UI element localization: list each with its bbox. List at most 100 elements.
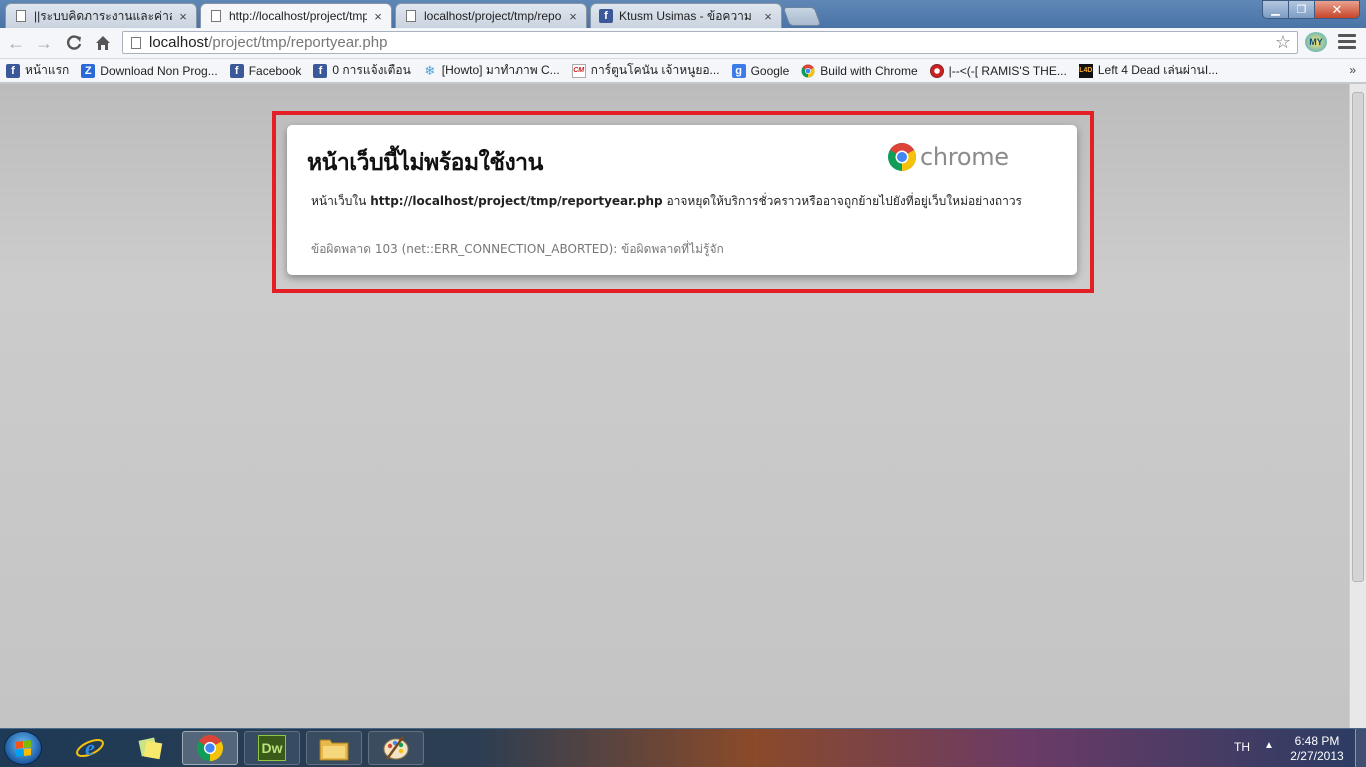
page-icon (209, 9, 223, 23)
minimize-button[interactable]: ▁ (1262, 0, 1289, 19)
paint-palette-icon (383, 736, 409, 760)
error-message-prefix: หน้าเว็บใน (311, 194, 371, 208)
clock-date: 2/27/2013 (1290, 749, 1344, 763)
facebook-icon: f (6, 63, 20, 78)
error-card: หน้าเว็บนี้ไม่พร้อมใช้งาน chrome หน้าเว็… (287, 125, 1077, 275)
page-icon (404, 9, 418, 23)
bookmark-label: Facebook (248, 63, 302, 78)
windows-taskbar: e Dw TH ▲ 6:48 PM 2/27/2013 (0, 728, 1366, 767)
bookmark-label: [Howto] มาทำภาพ C... (441, 63, 560, 77)
window-controls: ▁ ❐ ✕ (1262, 0, 1360, 19)
bookmark-google[interactable]: g Google (731, 63, 790, 78)
bookmark-label: |--<(-[ RAMIS'S THE... (948, 63, 1067, 78)
windows-logo-icon (16, 740, 31, 757)
new-tab-button[interactable] (782, 7, 822, 26)
bookmark-star-icon[interactable]: ☆ (1275, 32, 1291, 53)
bookmark-label: Download Non Prog... (100, 63, 218, 78)
error-message: หน้าเว็บใน http://localhost/project/tmp/… (311, 192, 1022, 211)
taskbar-dreamweaver[interactable]: Dw (244, 731, 300, 765)
maximize-button[interactable]: ❐ (1288, 0, 1315, 19)
tab-close-icon[interactable]: × (566, 9, 580, 24)
error-message-url: http://localhost/project/tmp/reportyear.… (370, 194, 663, 208)
chrome-icon (801, 63, 815, 78)
dreamweaver-icon: Dw (258, 735, 286, 761)
bookmark-label: หน้าแรก (25, 63, 70, 77)
bookmarks-bar: f หน้าแรก Z Download Non Prog... f Faceb… (0, 59, 1366, 83)
show-hidden-icons-arrow-icon[interactable]: ▲ (1264, 740, 1274, 751)
tab-close-icon[interactable]: × (761, 9, 775, 24)
google-icon: g (731, 63, 746, 78)
tab-facebook-messages[interactable]: f Ktusm Usimas - ข้อความ × (590, 3, 782, 28)
taskbar-paint[interactable] (368, 731, 424, 765)
language-indicator[interactable]: TH (1234, 740, 1250, 754)
back-arrow-icon[interactable]: ← (5, 32, 27, 54)
sticky-notes-icon (138, 737, 163, 760)
error-title: หน้าเว็บนี้ไม่พร้อมใช้งาน (307, 150, 543, 176)
browser-toolbar: ← → localhost/project/tmp/reportyear.php… (0, 28, 1366, 59)
bookmarks-overflow-chevron-icon[interactable]: » (1349, 63, 1356, 77)
snowflake-icon: ❄ (424, 62, 436, 78)
bookmark-howto[interactable]: ❄ [Howto] มาทำภาพ C... (423, 61, 560, 80)
folder-icon (319, 739, 349, 761)
address-path: /project/tmp/reportyear.php (208, 34, 388, 51)
page-icon (14, 9, 28, 23)
tab-close-icon[interactable]: × (176, 9, 190, 24)
address-host: localhost (149, 34, 209, 51)
bookmark-label: Build with Chrome (820, 63, 918, 78)
extension-my-icon[interactable]: MY (1305, 32, 1327, 52)
chrome-wordmark: chrome (920, 143, 1009, 171)
ramis-icon (929, 63, 944, 78)
close-window-button[interactable]: ✕ (1314, 0, 1360, 19)
bookmark-label: 0 การแจ้งเตือน (332, 63, 411, 77)
bookmark-left-4-dead[interactable]: L4D Left 4 Dead เล่นผ่านI... (1078, 61, 1218, 80)
show-desktop-button[interactable] (1355, 729, 1366, 767)
scrollbar-thumb[interactable] (1352, 92, 1364, 582)
z-icon: Z (81, 63, 96, 78)
error-message-suffix: อาจหยุดให้บริการชั่วคราวหรืออาจถูกย้ายไป… (662, 194, 1023, 208)
vertical-scrollbar[interactable] (1349, 84, 1366, 728)
cartoon-site-icon: CM (571, 63, 586, 78)
page-icon (131, 36, 141, 49)
bookmark-conan-cartoon[interactable]: CM การ์ตูนโคนัน เจ้าหนูยอ... (571, 61, 720, 80)
address-bar[interactable]: localhost/project/tmp/reportyear.php ☆ (122, 31, 1298, 54)
tab-reportyear-active[interactable]: http://localhost/project/tmp × (200, 3, 392, 28)
facebook-icon: f (313, 63, 328, 78)
system-clock[interactable]: 6:48 PM 2/27/2013 (1282, 734, 1352, 764)
tab-close-icon[interactable]: × (371, 9, 385, 24)
bookmark-label: Google (750, 63, 790, 78)
home-icon[interactable] (92, 32, 114, 54)
error-code: ข้อผิดพลาด 103 (net::ERR_CONNECTION_ABOR… (311, 242, 724, 256)
chrome-logo: chrome (887, 142, 1009, 172)
svg-text:e: e (85, 735, 95, 760)
taskbar-sticky-notes[interactable] (122, 731, 178, 765)
bookmark-build-with-chrome[interactable]: Build with Chrome (801, 63, 918, 78)
bookmark-ramis[interactable]: |--<(-[ RAMIS'S THE... (929, 63, 1067, 78)
menu-wrench-icon[interactable] (1338, 34, 1356, 52)
bookmark-notifications[interactable]: f 0 การแจ้งเตือน (313, 61, 411, 80)
chrome-icon (888, 143, 916, 171)
chrome-icon (196, 734, 224, 762)
bookmark-facebook[interactable]: f Facebook (229, 63, 302, 78)
tab-title: localhost/project/tmp/repo (424, 9, 562, 23)
facebook-icon: f (229, 63, 244, 78)
taskbar-internet-explorer[interactable]: e (62, 731, 118, 765)
page-content: หน้าเว็บนี้ไม่พร้อมใช้งาน chrome หน้าเว็… (0, 84, 1366, 728)
facebook-icon: f (599, 9, 613, 23)
start-button[interactable] (4, 731, 42, 765)
reload-icon[interactable] (63, 32, 85, 54)
bookmark-label: การ์ตูนโคนัน เจ้าหนูยอ... (590, 63, 720, 77)
tab-strip: ||ระบบคิดภาระงานและค่าสอน × http://local… (0, 0, 1366, 28)
taskbar-google-chrome[interactable] (182, 731, 238, 765)
tab-title: ||ระบบคิดภาระงานและค่าสอน (34, 8, 172, 23)
tab-title: Ktusm Usimas - ข้อความ (619, 8, 752, 23)
taskbar-windows-explorer[interactable] (306, 731, 362, 765)
forward-arrow-icon[interactable]: → (33, 32, 55, 54)
bookmark-home-facebook[interactable]: f หน้าแรก (6, 61, 69, 80)
tab-workload-system[interactable]: ||ระบบคิดภาระงานและค่าสอน × (5, 3, 197, 28)
tab-localhost-repo[interactable]: localhost/project/tmp/repo × (395, 3, 587, 28)
bookmark-download-non-prog[interactable]: Z Download Non Prog... (81, 63, 218, 78)
clock-time: 6:48 PM (1294, 734, 1340, 748)
tab-title: http://localhost/project/tmp (229, 9, 367, 23)
internet-explorer-icon: e (76, 735, 104, 760)
left-4-dead-icon: L4D (1078, 63, 1093, 78)
